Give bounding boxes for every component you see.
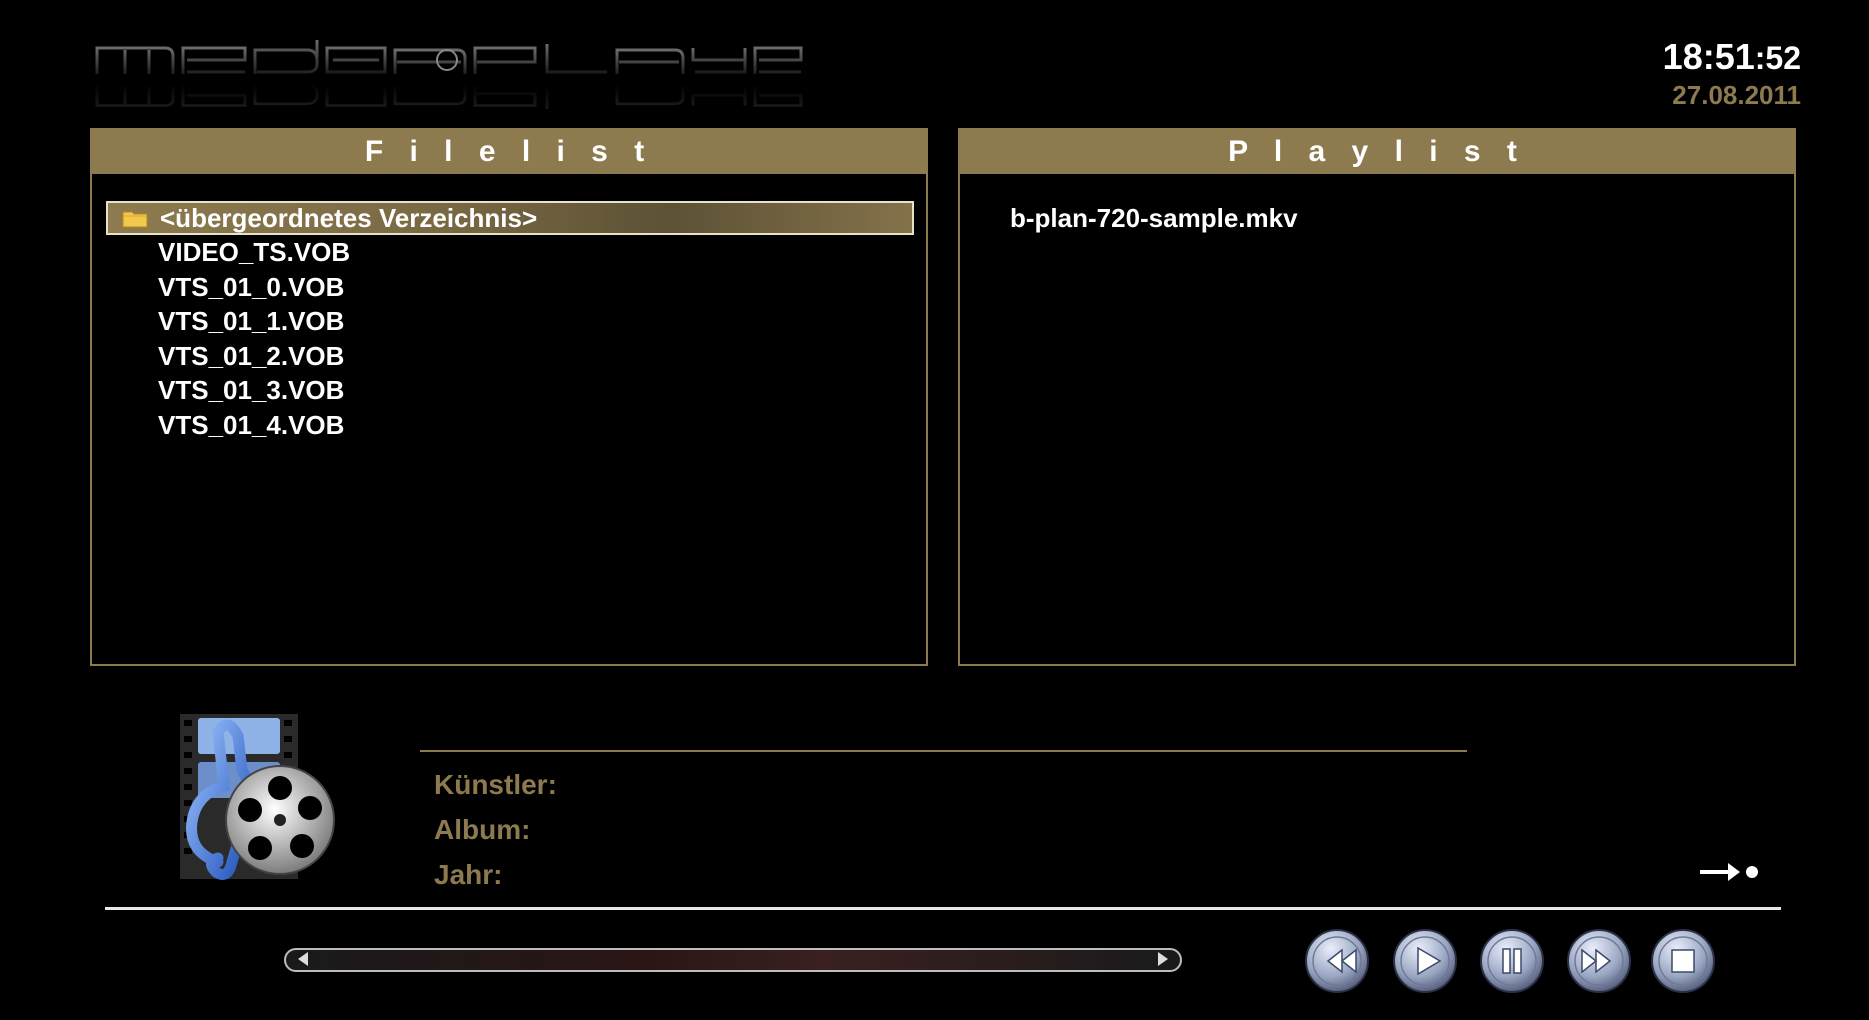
- playlist-panel: P l a y l i s t b-plan-720-sample.mkv: [958, 128, 1796, 666]
- rewind-icon: [1305, 929, 1369, 993]
- track-info: Künstler: Album: Jahr:: [434, 762, 557, 897]
- artist-label: Künstler:: [434, 769, 557, 800]
- fast-forward-icon: [1567, 929, 1631, 993]
- list-item[interactable]: VTS_01_4.VOB: [106, 408, 914, 443]
- pause-button[interactable]: [1479, 928, 1545, 994]
- clock-date: 27.08.2011: [1672, 80, 1801, 110]
- clock-seconds: :52: [1754, 40, 1801, 76]
- list-item-label: VIDEO_TS.VOB: [158, 237, 351, 267]
- play-icon: [1393, 929, 1457, 993]
- media-type-icon: [180, 714, 335, 880]
- filelist-list: <übergeordnetes Verzeichnis> VIDEO_TS.VO…: [106, 201, 914, 442]
- list-item[interactable]: VTS_01_1.VOB: [106, 304, 914, 339]
- list-item-label: VTS_01_3.VOB: [158, 375, 345, 405]
- progress-right-cap: [1158, 952, 1168, 966]
- list-item[interactable]: VTS_01_0.VOB: [106, 270, 914, 305]
- list-item-label: VTS_01_0.VOB: [158, 271, 345, 302]
- clock-time: 18:51: [1662, 36, 1755, 77]
- progress-left-cap: [298, 952, 308, 966]
- stop-button[interactable]: [1650, 928, 1716, 994]
- pause-icon: [1480, 929, 1544, 993]
- list-item[interactable]: VTS_01_3.VOB: [106, 373, 914, 408]
- filelist-title: F i l e l i s t: [92, 130, 926, 174]
- list-item-label: VTS_01_1.VOB: [158, 306, 345, 336]
- clock: 18:51:52 27.08.2011: [1663, 36, 1801, 111]
- play-button[interactable]: [1392, 928, 1458, 994]
- playback-mode-icon: [1700, 863, 1758, 881]
- list-item[interactable]: VTS_01_2.VOB: [106, 339, 914, 374]
- fast-forward-button[interactable]: [1566, 928, 1632, 994]
- list-item-parent-directory[interactable]: <übergeordnetes Verzeichnis>: [106, 201, 914, 235]
- list-item-label: VTS_01_4.VOB: [158, 409, 345, 440]
- list-item[interactable]: VIDEO_TS.VOB: [106, 235, 914, 270]
- rewind-button[interactable]: [1304, 928, 1370, 994]
- folder-icon: [122, 211, 148, 228]
- progress-bar[interactable]: [284, 948, 1182, 972]
- progress-track: [314, 953, 1152, 967]
- album-label: Album:: [434, 814, 531, 845]
- playlist-list: b-plan-720-sample.mkv: [1010, 201, 1782, 235]
- info-divider: [420, 750, 1467, 752]
- playlist-title: P l a y l i s t: [960, 130, 1794, 174]
- list-item-label: VTS_01_2.VOB: [158, 340, 345, 371]
- stop-icon: [1651, 929, 1715, 993]
- year-label: Jahr:: [434, 859, 503, 890]
- bottom-divider: [105, 907, 1781, 910]
- list-item-label: <übergeordnetes Verzeichnis>: [160, 203, 538, 233]
- mediaplayer-logo: [95, 40, 803, 109]
- playlist-item[interactable]: b-plan-720-sample.mkv: [1010, 201, 1782, 235]
- filelist-panel: F i l e l i s t <übergeordnetes Verzeich…: [90, 128, 928, 666]
